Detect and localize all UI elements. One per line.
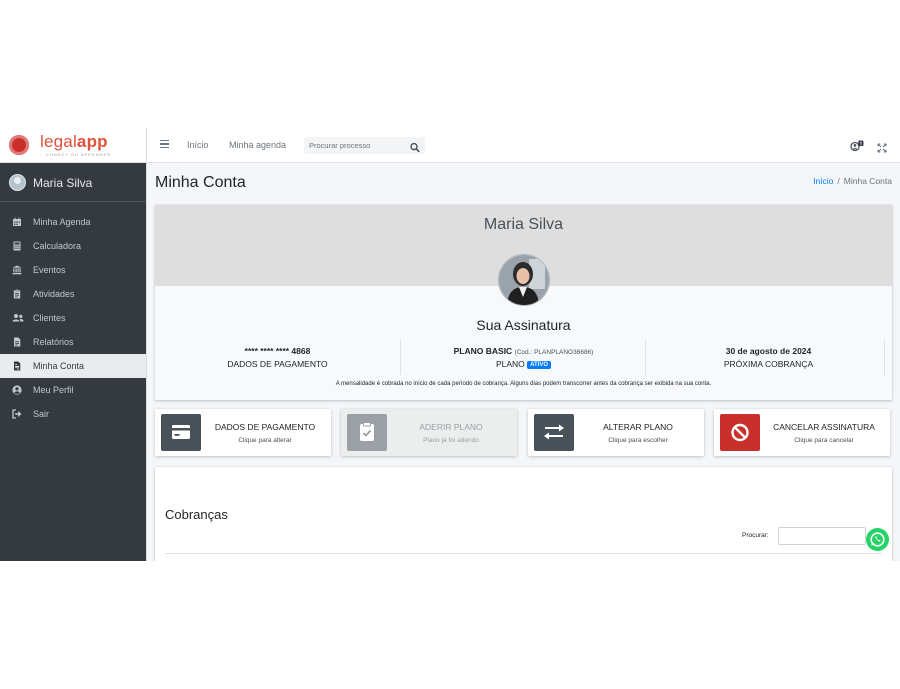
sidebar-nav: Minha Agenda Calculadora Eventos Ativida…: [0, 202, 146, 426]
breadcrumb-home-link[interactable]: Início: [813, 176, 833, 186]
whatsapp-chat-button[interactable]: [866, 528, 889, 551]
sidebar-item-label: Clientes: [33, 313, 66, 323]
sidebar-item-label: Eventos: [33, 265, 66, 275]
sidebar-item-eventos[interactable]: Eventos: [0, 258, 146, 282]
next-charge-label: PRÓXIMA COBRANÇA: [723, 359, 814, 369]
change-plan-button[interactable]: ALTERAR PLANO Clique para escolher: [528, 409, 704, 456]
menu-toggle-icon[interactable]: [160, 140, 169, 149]
search-icon[interactable]: [409, 140, 421, 153]
top-navbar: Início Minha agenda: [147, 128, 900, 163]
sidebar-item-minha-agenda[interactable]: Minha Agenda: [0, 210, 146, 234]
profile-name: Maria Silva: [483, 216, 564, 233]
whatsapp-icon: [870, 532, 885, 547]
charges-search-label: Procurar:: [742, 532, 769, 539]
action-subtitle: Clique para alterar: [238, 437, 292, 444]
plan-label-line: PLANO ATIVO: [401, 359, 646, 369]
search-bar: [304, 137, 425, 154]
main-content: Minha Conta Início / Minha Conta Maria Sil…: [147, 163, 900, 561]
sidebar-item-label: Relatórios: [33, 337, 74, 347]
sidebar-item-label: Atividades: [33, 289, 75, 299]
next-charge-column: 30 de agosto de 2024 PRÓXIMA COBRANÇA: [646, 346, 891, 376]
file-invoice-icon: [12, 361, 22, 371]
clipboard-icon: [12, 289, 22, 299]
exchange-icon: [534, 414, 574, 451]
sign-out-icon: [12, 409, 22, 419]
plan-info-column: PLANO BASIC (Cod.: PLANPLANO36686) PLANO…: [401, 346, 646, 376]
calendar-icon: [12, 217, 22, 227]
brand-logo[interactable]: legalapp CONECT OU APRENDER: [0, 128, 146, 163]
sidebar-item-sair[interactable]: Sair: [0, 402, 146, 426]
breadcrumb: Início / Minha Conta: [813, 176, 892, 186]
plan-label: PLANO: [495, 359, 525, 369]
action-subtitle: Plano já foi aderido: [423, 437, 479, 444]
sidebar-item-label: Meu Perfil: [33, 385, 74, 395]
plan-code: (Cod.: PLANPLANO36686): [514, 349, 594, 356]
action-title: CANCELAR ASSINATURA: [773, 422, 875, 432]
sidebar-item-label: Minha Agenda: [33, 217, 91, 227]
action-title: ADERIR PLANO: [419, 422, 483, 432]
file-icon: [12, 337, 22, 347]
profile-photo: [498, 254, 550, 306]
sidebar-item-meu-perfil[interactable]: Meu Perfil: [0, 378, 146, 402]
sidebar-item-atividades[interactable]: Atividades: [0, 282, 146, 306]
join-plan-button[interactable]: ADERIR PLANO Plano já foi aderido: [341, 409, 517, 456]
billing-notice: A mensalidade é cobrada no início de cad…: [335, 381, 712, 387]
table-header-divider: [165, 553, 882, 554]
brand-wordmark: legalapp: [40, 132, 108, 152]
users-icon: [12, 313, 24, 323]
charges-title: Cobranças: [165, 507, 228, 522]
column-divider: [884, 340, 885, 375]
payment-details-button[interactable]: DADOS DE PAGAMENTO Clique para alterar: [155, 409, 331, 456]
page-title: Minha Conta: [155, 174, 246, 191]
sidebar-item-calculadora[interactable]: Calculadora: [0, 234, 146, 258]
app-window: legalapp CONECT OU APRENDER Maria Silva …: [0, 128, 900, 561]
status-badge: ATIVO: [527, 361, 552, 369]
action-title: ALTERAR PLANO: [603, 422, 673, 432]
breadcrumb-separator: /: [837, 176, 840, 186]
clipboard-check-icon: [347, 414, 387, 451]
landmark-icon: [12, 265, 22, 275]
user-alert-icon[interactable]: [850, 139, 864, 152]
cancel-subscription-button[interactable]: CANCELAR ASSINATURA Clique para cancelar: [714, 409, 890, 456]
sidebar-item-label: Sair: [33, 409, 50, 419]
subscription-title: Sua Assinatura: [476, 317, 571, 333]
sidebar-user-name: Maria Silva: [33, 176, 93, 190]
charges-card: Cobranças Procurar:: [155, 467, 892, 561]
user-panel[interactable]: Maria Silva: [0, 163, 146, 202]
sidebar-item-relatorios[interactable]: Relatórios: [0, 330, 146, 354]
sidebar-item-minha-conta[interactable]: Minha Conta: [0, 354, 146, 378]
sidebar: legalapp CONECT OU APRENDER Maria Silva …: [0, 128, 147, 561]
action-title: DADOS DE PAGAMENTO: [214, 422, 316, 432]
ban-icon: [720, 414, 760, 451]
sidebar-item-clientes[interactable]: Clientes: [0, 306, 146, 330]
plan-name-line: PLANO BASIC (Cod.: PLANPLANO36686): [401, 346, 646, 356]
fullscreen-icon[interactable]: [877, 140, 887, 153]
sidebar-item-label: Calculadora: [33, 241, 82, 251]
credit-card-icon: [161, 414, 201, 451]
payment-info-column: **** **** **** 4868 DADOS DE PAGAMENTO: [155, 346, 400, 376]
nav-link-inicio[interactable]: Início: [187, 140, 209, 150]
brand-name-part2: app: [76, 132, 108, 151]
user-circle-icon: [12, 385, 22, 395]
charges-search-input[interactable]: [778, 527, 866, 545]
user-avatar: [9, 174, 26, 191]
card-label: DADOS DE PAGAMENTO: [227, 359, 328, 369]
card-number: **** **** **** 4868: [244, 346, 311, 356]
plan-name: PLANO BASIC: [453, 346, 513, 356]
sidebar-item-label: Minha Conta: [33, 361, 85, 371]
profile-card: Maria Silva Sua Assinatura **** **** ***…: [155, 205, 892, 400]
action-subtitle: Clique para escolher: [608, 437, 668, 444]
breadcrumb-current: Minha Conta: [843, 176, 892, 186]
calculator-icon: [12, 241, 22, 251]
next-charge-date: 30 de agosto de 2024: [725, 346, 812, 356]
brand-name-part1: legal: [40, 132, 77, 151]
brand-seal-icon: [9, 135, 29, 155]
action-subtitle: Clique para cancelar: [794, 437, 854, 444]
brand-tagline: CONECT OU APRENDER: [46, 152, 112, 157]
nav-link-minha-agenda[interactable]: Minha agenda: [229, 140, 286, 150]
search-input[interactable]: [304, 137, 409, 154]
